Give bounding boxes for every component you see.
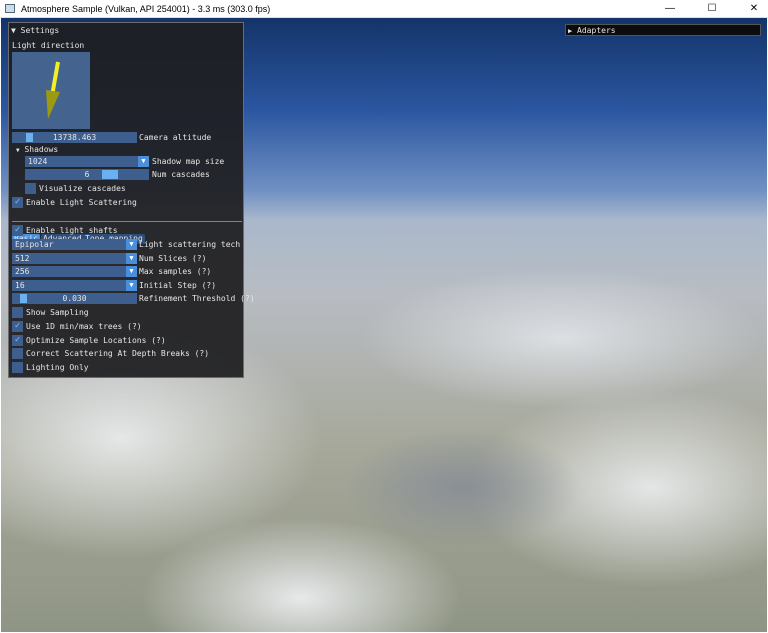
slider-value: 13738.463: [52, 133, 97, 142]
combo-value: 1024: [28, 157, 48, 166]
check-icon: ✓: [14, 334, 21, 345]
check-icon: ✓: [14, 225, 21, 235]
combo-value: Epipolar: [15, 240, 54, 249]
refinement-threshold-label: Refinement Threshold (?): [139, 294, 255, 303]
enable-light-shafts-checkbox[interactable]: ✓: [12, 225, 23, 236]
enable-light-shafts-label: Enable light shafts: [26, 226, 118, 235]
chevron-down-icon: ▼: [126, 253, 137, 264]
minimize-button[interactable]: —: [656, 0, 684, 18]
chevron-down-icon: ▼: [126, 239, 137, 250]
visualize-cascades-label: Visualize cascades: [39, 184, 126, 193]
initial-step-combo[interactable]: 16 ▼: [12, 280, 137, 291]
title-bar: Atmosphere Sample (Vulkan, API 254001) -…: [0, 0, 768, 18]
lighting-only-label: Lighting Only: [26, 363, 89, 373]
correct-scattering-at-depth-breaks-checkbox[interactable]: [12, 348, 23, 360]
adapters-title: Adapters: [577, 26, 616, 35]
shadow-map-size-combo[interactable]: 1024 ▼: [25, 156, 149, 167]
chevron-down-icon: ▼: [126, 266, 137, 277]
shadow-map-size-label: Shadow map size: [152, 157, 225, 166]
initial-step-label: Initial Step (?): [139, 281, 217, 290]
num-slices-combo[interactable]: 512 ▼: [12, 253, 137, 264]
shadows-title: Shadows: [24, 145, 59, 154]
close-button[interactable]: ✕: [740, 0, 768, 18]
light-scattering-tech-label: Light scattering tech: [139, 240, 241, 249]
app-icon: [5, 4, 15, 13]
settings-header[interactable]: ▼ Settings: [11, 26, 59, 35]
adapters-panel[interactable]: ▶ Adapters: [565, 24, 761, 36]
num-cascades-label: Num cascades: [152, 170, 210, 179]
settings-panel: ▼ Settings Light direction 13738.463 Cam…: [8, 22, 255, 378]
correct-scattering-at-depth-breaks-label: Correct Scattering At Depth Breaks (?): [26, 349, 210, 359]
check-icon: ✓: [14, 197, 21, 207]
show-sampling-label: Show Sampling: [26, 308, 89, 317]
show-sampling-checkbox[interactable]: [12, 307, 23, 318]
collapsed-arrow-icon: ▶: [568, 27, 573, 35]
slider-value: 6: [84, 170, 90, 179]
use-1d-min-max-trees-checkbox[interactable]: ✓: [12, 320, 23, 332]
settings-title: Settings: [20, 26, 60, 35]
optimize-sample-locations-checkbox[interactable]: ✓: [12, 334, 23, 346]
light-direction-label: Light direction: [12, 41, 85, 50]
enable-light-scattering-checkbox[interactable]: ✓: [12, 197, 23, 208]
enable-light-scattering-label: Enable Light Scattering: [26, 198, 137, 207]
refinement-threshold-slider[interactable]: 0.030: [12, 293, 137, 304]
max-samples-combo[interactable]: 256 ▼: [12, 266, 137, 277]
arrow-icon: [46, 61, 60, 119]
num-cascades-slider[interactable]: 6: [25, 169, 149, 180]
camera-altitude-label: Camera altitude: [139, 133, 212, 142]
visualize-cascades-checkbox[interactable]: [25, 183, 36, 194]
use-1d-min-max-trees-label: Use 1D min/max trees (?): [26, 321, 142, 331]
light-direction-gizmo[interactable]: [12, 52, 90, 129]
tab-underline: [12, 221, 242, 222]
slider-value: 0.030: [62, 294, 87, 303]
optimize-sample-locations-label: Optimize Sample Locations (?): [26, 335, 166, 345]
combo-value: 16: [15, 281, 25, 290]
combo-value: 256: [15, 267, 30, 276]
maximize-button[interactable]: ☐: [698, 0, 726, 18]
window-title: Atmosphere Sample (Vulkan, API 254001) -…: [21, 3, 271, 14]
combo-value: 512: [15, 254, 30, 263]
chevron-down-icon: ▼: [126, 280, 137, 291]
camera-altitude-slider[interactable]: 13738.463: [12, 132, 137, 143]
chevron-down-icon: ▼: [138, 156, 149, 167]
expand-arrow-icon: ▼: [11, 26, 16, 35]
max-samples-label: Max samples (?): [139, 267, 212, 276]
num-slices-label: Num Slices (?): [139, 254, 207, 263]
check-icon: ✓: [14, 320, 21, 331]
expand-arrow-icon: ▼: [16, 147, 20, 154]
light-scattering-tech-combo[interactable]: Epipolar ▼: [12, 239, 137, 250]
lighting-only-checkbox[interactable]: [12, 362, 23, 374]
shadows-header[interactable]: ▼ Shadows: [16, 145, 58, 154]
